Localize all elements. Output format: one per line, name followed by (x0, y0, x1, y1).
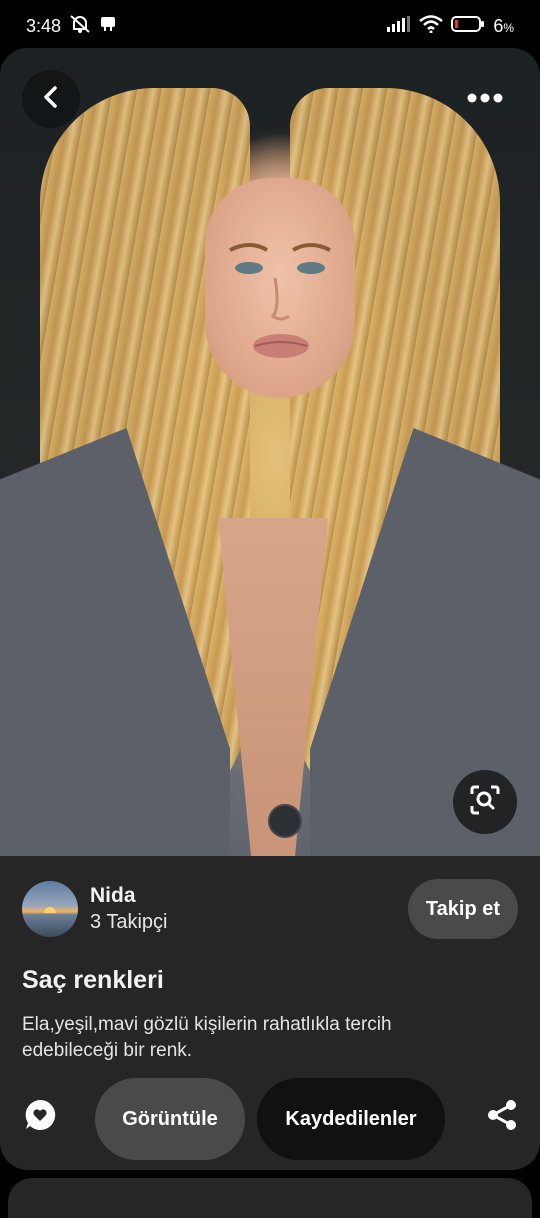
back-button[interactable] (22, 70, 80, 128)
pin-title: Saç renkleri (22, 966, 164, 994)
saved-boards-button[interactable]: Kaydedilenler (257, 1078, 445, 1160)
signal-icon (387, 15, 411, 37)
follower-count: 3 Takipçi (90, 911, 168, 933)
battery-icon (451, 15, 485, 38)
avatar[interactable] (22, 881, 78, 937)
author-info: Nida 3 Takipçi (90, 883, 167, 935)
do-not-disturb-icon (69, 14, 91, 39)
author-row: Nida 3 Takipçi Takip et (22, 878, 518, 940)
more-options-button[interactable] (456, 70, 514, 128)
pin-description: Ela,yeşil,mavi gözlü kişilerin rahatlıkl… (22, 1014, 392, 1061)
battery-level: 6% (493, 15, 514, 36)
follow-button[interactable]: Takip et (407, 879, 518, 939)
lens-search-icon (469, 784, 501, 821)
action-bar: Görüntüle Kaydedilenler (0, 1078, 540, 1160)
author-name[interactable]: Nida (90, 883, 167, 909)
status-time: 3:48 (26, 15, 62, 36)
share-button[interactable] (480, 1095, 524, 1139)
face-shape (205, 178, 355, 398)
visual-search-button[interactable] (453, 770, 517, 834)
related-pins-card (8, 1178, 532, 1218)
share-icon (485, 1098, 519, 1137)
status-bar: 3:48 6% (0, 0, 540, 52)
pin-card: Nida 3 Takipçi Takip et Saç renkleri Ela… (0, 48, 540, 1170)
comment-button[interactable] (18, 1095, 62, 1139)
notification-icon (99, 15, 117, 38)
view-button[interactable]: Görüntüle (95, 1078, 245, 1160)
wifi-icon (419, 14, 444, 38)
comment-heart-icon (23, 1098, 57, 1137)
more-horizontal-icon (467, 90, 503, 108)
chevron-left-icon (40, 85, 62, 113)
blazer-button (268, 804, 302, 838)
pin-image[interactable] (0, 48, 540, 856)
